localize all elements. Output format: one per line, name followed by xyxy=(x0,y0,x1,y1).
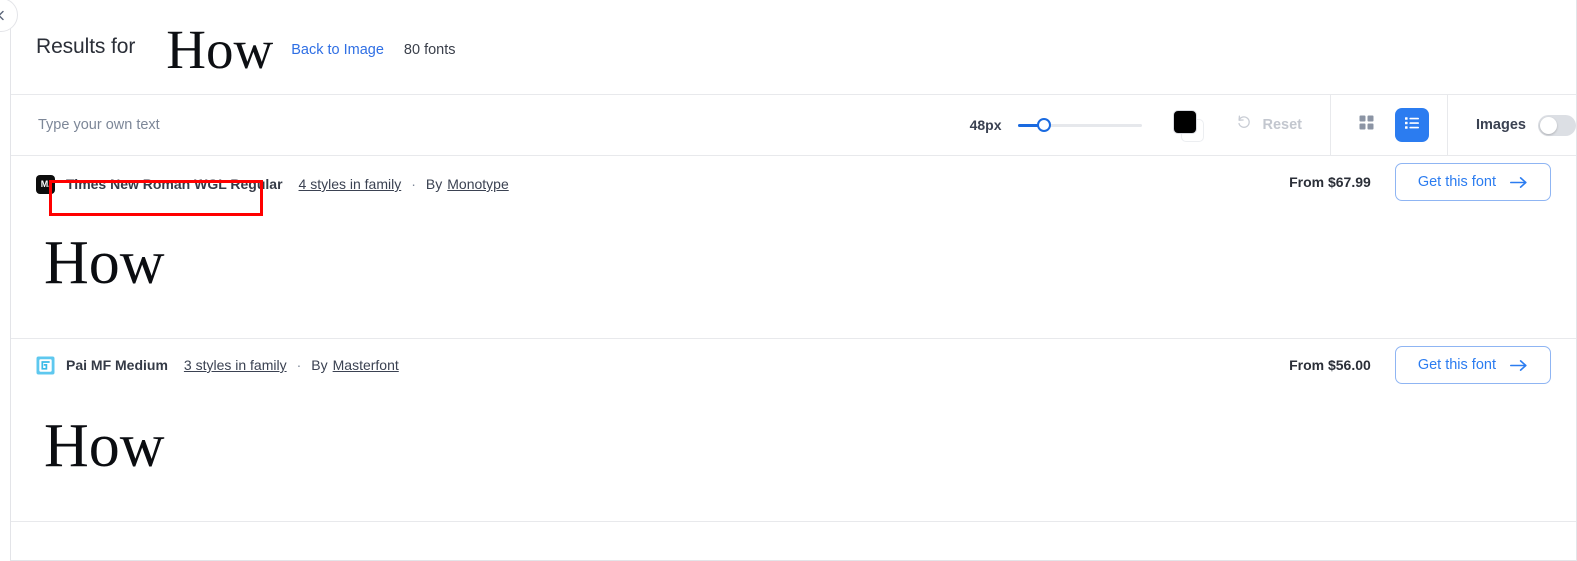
font-row-meta: Pai MF Medium 3 styles in family · By Ma… xyxy=(11,339,1576,391)
images-label: Images xyxy=(1476,117,1526,133)
font-row-actions: From $56.00 Get this font xyxy=(1289,346,1551,384)
font-name-label: Pai MF Medium xyxy=(66,357,168,373)
by-label: By xyxy=(425,176,443,192)
font-result-row: Pai MF Medium 3 styles in family · By Ma… xyxy=(11,339,1576,522)
reset-button[interactable]: Reset xyxy=(1236,114,1303,136)
font-row-meta: M. Times New Roman WGL Regular 4 styles … xyxy=(11,156,1576,208)
font-result-row: M. Times New Roman WGL Regular 4 styles … xyxy=(11,156,1576,339)
font-preview-text: How xyxy=(44,412,165,480)
page-title: Results for xyxy=(36,35,136,58)
list-view-icon xyxy=(1403,114,1421,137)
price-label: From $56.00 xyxy=(1289,357,1371,373)
reset-label: Reset xyxy=(1262,117,1303,133)
grid-view-icon xyxy=(1358,114,1375,136)
font-size-control: 48px xyxy=(970,117,1142,133)
masterfont-logo-icon xyxy=(36,355,55,375)
query-preview: How xyxy=(166,18,274,80)
font-count-label: 80 fonts xyxy=(403,42,456,58)
get-this-font-button[interactable]: Get this font xyxy=(1394,346,1551,384)
foundry-link[interactable]: Monotype xyxy=(447,176,508,192)
images-toggle-group: Images xyxy=(1448,114,1576,136)
content-column: Results for How Back to Image 80 fonts 4… xyxy=(11,0,1577,561)
font-search-results-page: Results for How Back to Image 80 fonts 4… xyxy=(0,0,1577,561)
arrow-right-icon xyxy=(1510,176,1528,189)
get-this-font-label: Get this font xyxy=(1417,174,1496,190)
by-label: By xyxy=(311,357,328,373)
foundry-link[interactable]: Masterfont xyxy=(333,357,399,373)
font-name-label: Times New Roman WGL Regular xyxy=(66,176,283,192)
slider-handle[interactable] xyxy=(1036,118,1051,132)
page-header: Results for How Back to Image 80 fonts xyxy=(11,0,1576,95)
font-size-slider[interactable] xyxy=(1017,118,1142,132)
font-preview-text: How xyxy=(44,229,165,297)
text-color-picker[interactable] xyxy=(1168,107,1212,143)
images-toggle[interactable] xyxy=(1538,114,1576,136)
meta-separator: · xyxy=(411,176,416,192)
get-this-font-label: Get this font xyxy=(1417,357,1496,373)
color-swatch-current xyxy=(1172,110,1197,134)
reset-icon xyxy=(1236,114,1253,136)
grid-view-button[interactable] xyxy=(1349,108,1383,142)
arrow-right-icon xyxy=(1510,359,1528,372)
meta-separator: · xyxy=(296,357,302,373)
foundry-icon-label: M. xyxy=(40,179,51,189)
view-mode-switch xyxy=(1331,108,1447,142)
images-toggle-knob xyxy=(1540,116,1557,134)
price-label: From $67.99 xyxy=(1289,174,1371,190)
font-row-actions: From $67.99 Get this font xyxy=(1289,163,1551,201)
preview-toolbar: 48px Reset xyxy=(11,94,1576,156)
custom-text-input[interactable] xyxy=(36,116,416,134)
font-size-label: 48px xyxy=(969,117,1002,133)
monotype-logo-icon: M. xyxy=(36,174,55,194)
list-view-button[interactable] xyxy=(1395,108,1430,142)
styles-in-family-link[interactable]: 3 styles in family xyxy=(184,357,287,373)
styles-in-family-link[interactable]: 4 styles in family xyxy=(299,176,402,192)
get-this-font-button[interactable]: Get this font xyxy=(1394,163,1551,201)
back-to-image-link[interactable]: Back to Image xyxy=(291,42,384,58)
chevron-left-icon xyxy=(0,10,7,21)
